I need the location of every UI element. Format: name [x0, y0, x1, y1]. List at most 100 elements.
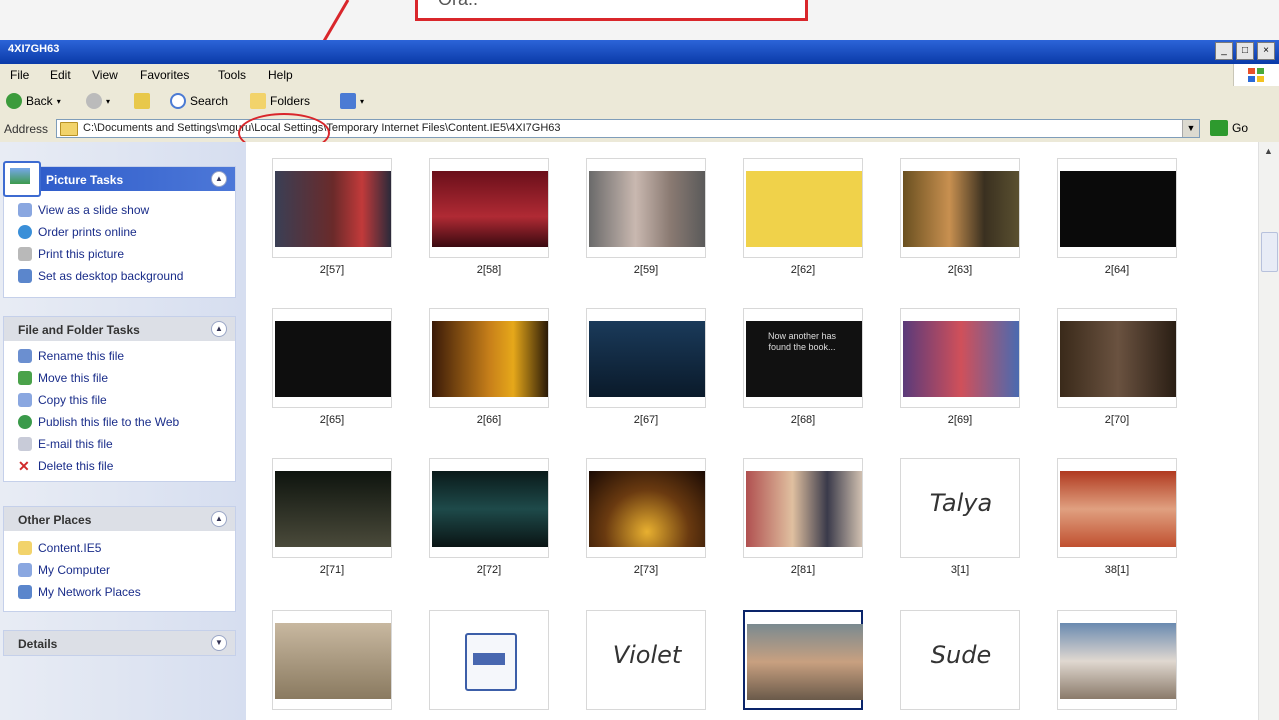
thumbnail-caption: 2[65] [319, 414, 345, 426]
network-icon [18, 585, 32, 599]
scrollbar-thumb[interactable] [1261, 232, 1278, 272]
thumbnail-image [903, 321, 1019, 397]
globe-icon [18, 225, 32, 239]
file-folder-tasks-panel: File and Folder Tasks ▲ Rename this file… [3, 316, 236, 482]
menu-view[interactable]: View [92, 68, 118, 82]
slideshow-icon [18, 203, 32, 217]
email-icon [18, 437, 32, 451]
rename-icon [18, 349, 32, 363]
collapse-chevron-icon[interactable]: ▲ [211, 321, 227, 337]
other-places-header[interactable]: Other Places ▲ [4, 507, 235, 531]
thumbnail-image [589, 321, 705, 397]
window-title: 4XI7GH63 [8, 43, 60, 55]
thumbnail-view: 2[57] 2[58] 2[59] 2[62] 2[63] 2[64] 2[65… [246, 142, 1258, 720]
thumbnail-image [589, 171, 705, 247]
task-publish[interactable]: Publish this file to the Web [4, 411, 235, 433]
task-email[interactable]: E-mail this file [4, 433, 235, 455]
thumbnail-caption: 2[68] [790, 414, 816, 426]
thumbnail-caption: 3[1] [950, 564, 970, 576]
expand-chevron-icon[interactable]: ▼ [211, 635, 227, 651]
picture-tasks-header[interactable]: Picture Tasks ▲ [3, 161, 235, 197]
scroll-up-icon[interactable]: ▲ [1264, 146, 1273, 156]
task-label: Delete this file [38, 459, 114, 473]
views-button[interactable]: ▾ [340, 93, 364, 109]
task-copy[interactable]: Copy this file [4, 389, 235, 411]
thumbnail-image [432, 171, 548, 247]
close-button[interactable]: × [1257, 42, 1275, 60]
menu-help[interactable]: Help [268, 68, 293, 82]
minimize-button[interactable]: _ [1215, 42, 1233, 60]
address-dropdown-icon[interactable]: ▼ [1182, 120, 1199, 137]
up-folder-button[interactable] [134, 93, 150, 109]
address-bar: Address C:\Documents and Settings\mguru\… [0, 116, 1279, 143]
task-label: Print this picture [38, 247, 125, 261]
menu-tools[interactable]: Tools [218, 68, 246, 82]
search-icon [170, 93, 186, 109]
folders-icon [250, 93, 266, 109]
task-move[interactable]: Move this file [4, 367, 235, 389]
thumbnail-image [746, 471, 862, 547]
thumbnail-image [275, 471, 391, 547]
task-label: Publish this file to the Web [38, 415, 180, 429]
task-print-picture[interactable]: Print this picture [4, 243, 235, 265]
place-label: My Network Places [38, 585, 141, 599]
task-label: Copy this file [38, 393, 107, 407]
task-rename[interactable]: Rename this file [4, 345, 235, 367]
maximize-button[interactable]: □ [1236, 42, 1254, 60]
go-button[interactable]: Go [1210, 120, 1248, 136]
move-icon [18, 371, 32, 385]
file-folder-tasks-title: File and Folder Tasks [18, 323, 140, 337]
address-input[interactable]: C:\Documents and Settings\mguru\Local Se… [56, 119, 1200, 138]
thumbnail-title-text: Sude [930, 641, 992, 669]
collapse-chevron-icon[interactable]: ▲ [211, 171, 227, 187]
computer-icon [18, 563, 32, 577]
menu-file[interactable]: File [10, 68, 29, 82]
folder-icon [18, 541, 32, 555]
go-label: Go [1232, 121, 1249, 135]
task-slide-show[interactable]: View as a slide show [4, 199, 235, 221]
thumbnail-caption: 2[66] [476, 414, 502, 426]
file-folder-tasks-header[interactable]: File and Folder Tasks ▲ [4, 317, 235, 341]
picture-tasks-panel: Picture Tasks ▲ View as a slide show Ord… [3, 161, 236, 298]
thumbnail-image [432, 321, 548, 397]
up-folder-icon [134, 93, 150, 109]
thumbnail-overlay-text: Now another has found the book... [767, 331, 837, 352]
thumbnail-caption: 2[59] [633, 264, 659, 276]
search-button[interactable]: Search [170, 93, 228, 109]
place-content-ie5[interactable]: Content.IE5 [4, 537, 235, 559]
back-arrow-icon [6, 93, 22, 109]
thumbnail-caption: 38[1] [1104, 564, 1130, 576]
task-order-prints[interactable]: Order prints online [4, 221, 235, 243]
task-label: E-mail this file [38, 437, 113, 451]
windows-logo-icon [1233, 64, 1279, 86]
thumbnail-caption: 2[72] [476, 564, 502, 576]
task-delete[interactable]: ✕ Delete this file [4, 455, 235, 477]
delete-x-icon: ✕ [18, 458, 30, 474]
vertical-scrollbar[interactable]: ▲ [1258, 142, 1279, 720]
back-label: Back [26, 94, 53, 108]
views-icon [340, 93, 356, 109]
menu-favorites[interactable]: Favorites [140, 68, 189, 82]
collapse-chevron-icon[interactable]: ▲ [211, 511, 227, 527]
place-my-computer[interactable]: My Computer [4, 559, 235, 581]
folders-button[interactable]: Folders [250, 93, 310, 109]
thumbnail-image [1060, 471, 1176, 547]
thumbnail-caption: 2[81] [790, 564, 816, 576]
task-set-desktop[interactable]: Set as desktop background [4, 265, 235, 287]
place-network[interactable]: My Network Places [4, 581, 235, 603]
details-header[interactable]: Details ▼ [4, 631, 235, 655]
thumbnail-image [432, 471, 548, 547]
thumbnail-image [275, 321, 391, 397]
thumbnail-image [746, 171, 862, 247]
menu-edit[interactable]: Edit [50, 68, 71, 82]
thumbnail-caption: 2[62] [790, 264, 816, 276]
thumbnail-title-text: Violet [612, 641, 682, 669]
task-label: Order prints online [38, 225, 137, 239]
place-label: My Computer [38, 563, 111, 577]
forward-button[interactable]: ▾ [86, 93, 110, 109]
back-button[interactable]: Back ▾ [6, 93, 61, 109]
thumbnail-title-text: Talya [929, 489, 993, 517]
folders-label: Folders [270, 94, 311, 108]
thumbnail-caption: 2[58] [476, 264, 502, 276]
details-panel: Details ▼ [3, 630, 236, 656]
